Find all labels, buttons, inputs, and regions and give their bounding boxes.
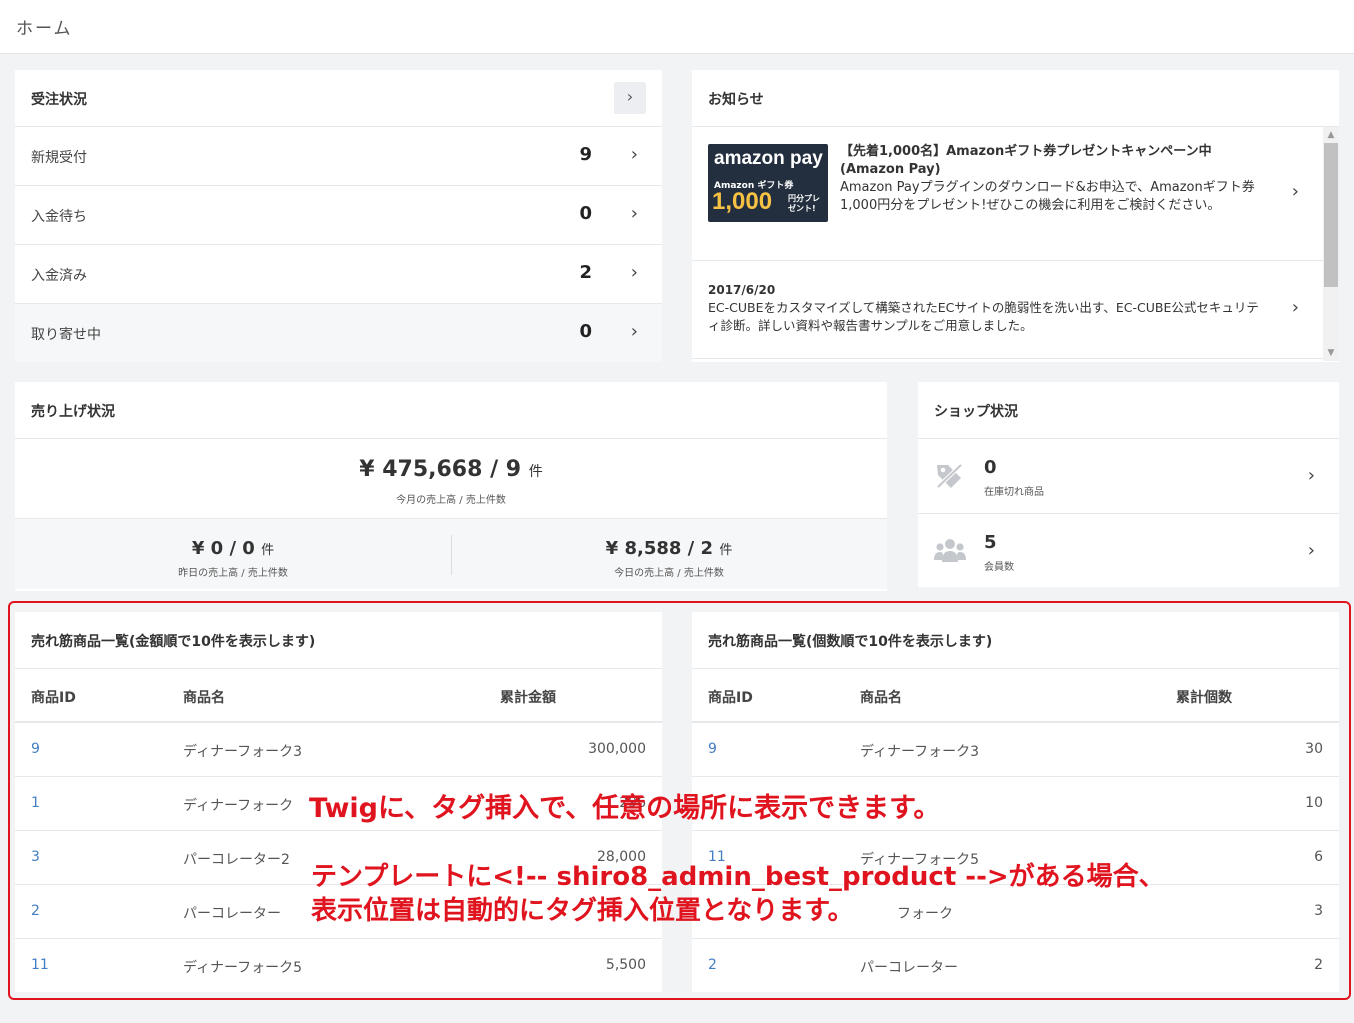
shop-row-out-of-stock[interactable]: 0 在庫切れ商品 ›	[918, 439, 1339, 514]
chevron-right-icon: ›	[630, 321, 638, 342]
sales-today-amount: ¥ 8,588 / 2	[605, 538, 714, 559]
chevron-right-icon: ›	[630, 262, 638, 283]
sales-status-card: 売り上げ状況 ¥ 475,668 / 9 件 今月の売上高 / 売上件数 ¥ 0…	[15, 382, 887, 591]
news-item-body: EC-CUBEをカスタマイズして構築されたECサイトの脆弱性を洗い出す、EC-C…	[708, 300, 1259, 333]
shop-status-title: ショップ状況	[934, 404, 1018, 420]
shop-row-value: 5	[984, 532, 997, 553]
chevron-right-icon: ›	[630, 203, 638, 224]
order-status-title: 受注状況	[31, 92, 87, 108]
news-list: amazon pay Amazon ギフト券 1,000 円分プレゼント! 【先…	[692, 127, 1339, 361]
order-row-count: 0	[579, 203, 592, 224]
sales-status-header: 売り上げ状況	[15, 382, 887, 439]
order-row-label: 取り寄せ中	[31, 327, 101, 343]
order-row-new[interactable]: 新規受付 9 ›	[15, 127, 662, 186]
chevron-right-icon: ›	[1291, 297, 1299, 318]
sales-today-unit: 件	[719, 543, 733, 558]
order-row-paid[interactable]: 入金済み 2 ›	[15, 245, 662, 304]
sales-yesterday: ¥ 0 / 0 件 昨日の売上高 / 売上件数	[15, 519, 451, 589]
sales-today: ¥ 8,588 / 2 件 今日の売上高 / 売上件数	[451, 519, 887, 589]
sales-status-title: 売り上げ状況	[31, 404, 115, 420]
news-title: お知らせ	[708, 92, 764, 108]
shop-status-header: ショップ状況	[918, 382, 1339, 439]
tag-slash-icon	[935, 462, 964, 490]
news-header: お知らせ	[692, 70, 1339, 127]
sales-month-label: 今月の売上高 / 売上件数	[396, 495, 506, 506]
order-status-card: 受注状況 › 新規受付 9 › 入金待ち 0 › 入金済み 2 › 取り寄せ中 …	[15, 70, 662, 362]
news-item-date: 2017/6/20	[708, 283, 776, 297]
chevron-right-icon: ›	[626, 87, 634, 106]
order-row-label: 入金済み	[31, 268, 87, 284]
order-row-count: 9	[579, 144, 592, 165]
news-text: 2017/6/20 EC-CUBEをカスタマイズして構築されたECサイトの脆弱性…	[708, 281, 1268, 335]
shop-status-card: ショップ状況 0 在庫切れ商品 › 5 会員数 ›	[918, 382, 1339, 587]
news-item[interactable]: 2017/6/20 EC-CUBEをカスタマイズして構築されたECサイトの脆弱性…	[692, 261, 1339, 359]
sales-month: ¥ 475,668 / 9 件 今月の売上高 / 売上件数	[15, 439, 887, 519]
news-item-body: Amazon Payプラグインのダウンロード&お申込で、Amazonギフト券1,…	[840, 180, 1255, 213]
sales-yesterday-unit: 件	[261, 543, 275, 558]
annotation-lines: テンプレートに<!-- shiro8_admin_best_product --…	[311, 860, 1165, 928]
order-status-header: 受注状況 ›	[15, 70, 662, 127]
page-title: ホーム	[16, 19, 73, 39]
annotation-line1: Twigに、タグ挿入で、任意の場所に表示できます。	[309, 793, 941, 824]
chevron-right-icon: ›	[1307, 465, 1315, 486]
banner-line2: 円分プレゼント!	[788, 194, 820, 213]
order-row-backorder[interactable]: 取り寄せ中 0 ›	[15, 304, 662, 362]
chevron-right-icon: ›	[630, 144, 638, 165]
order-row-pending-payment[interactable]: 入金待ち 0 ›	[15, 186, 662, 245]
chevron-right-icon: ›	[1307, 540, 1315, 561]
sales-today-label: 今日の売上高 / 売上件数	[614, 568, 724, 579]
banner-amount: 1,000	[712, 188, 773, 215]
news-item-title: 【先着1,000名】Amazonギフト券プレゼントキャンペーン中(Amazon …	[840, 144, 1212, 177]
sales-daily: ¥ 0 / 0 件 昨日の売上高 / 売上件数 ¥ 8,588 / 2 件 今日…	[15, 519, 887, 589]
order-row-label: 入金待ち	[31, 209, 87, 225]
order-row-count: 0	[579, 321, 592, 342]
shop-row-label: 会員数	[984, 562, 1014, 573]
scroll-down-icon[interactable]: ▼	[1323, 345, 1339, 361]
news-scrollbar[interactable]: ▲ ▼	[1323, 127, 1339, 361]
news-card: お知らせ amazon pay Amazon ギフト券 1,000 円分プレゼン…	[692, 70, 1339, 362]
scroll-up-icon[interactable]: ▲	[1323, 127, 1339, 143]
sales-month-unit: 件	[528, 464, 543, 480]
sales-yesterday-label: 昨日の売上高 / 売上件数	[178, 568, 288, 579]
amazon-pay-banner: amazon pay Amazon ギフト券 1,000 円分プレゼント!	[708, 144, 828, 222]
order-row-label: 新規受付	[31, 150, 87, 166]
scrollbar-thumb[interactable]	[1324, 143, 1338, 287]
sales-yesterday-amount: ¥ 0 / 0	[191, 538, 255, 559]
news-item[interactable]: amazon pay Amazon ギフト券 1,000 円分プレゼント! 【先…	[692, 127, 1339, 261]
order-row-count: 2	[579, 262, 592, 283]
shop-row-value: 0	[984, 457, 997, 478]
shop-row-members[interactable]: 5 会員数 ›	[918, 514, 1339, 586]
annotation-line3: 表示位置は自動的にタグ挿入位置となります。	[311, 896, 854, 926]
order-status-more-button[interactable]: ›	[614, 82, 646, 114]
news-text: 【先着1,000名】Amazonギフト券プレゼントキャンペーン中(Amazon …	[840, 143, 1260, 215]
page-header: ホーム	[0, 0, 1354, 54]
shop-row-label: 在庫切れ商品	[984, 487, 1044, 498]
annotation-line2: テンプレートに<!-- shiro8_admin_best_product --…	[311, 862, 1165, 892]
banner-logo: amazon pay	[714, 148, 823, 169]
sales-month-amount: ¥ 475,668 / 9	[359, 457, 522, 482]
chevron-right-icon: ›	[1291, 181, 1299, 202]
users-icon	[934, 539, 966, 562]
